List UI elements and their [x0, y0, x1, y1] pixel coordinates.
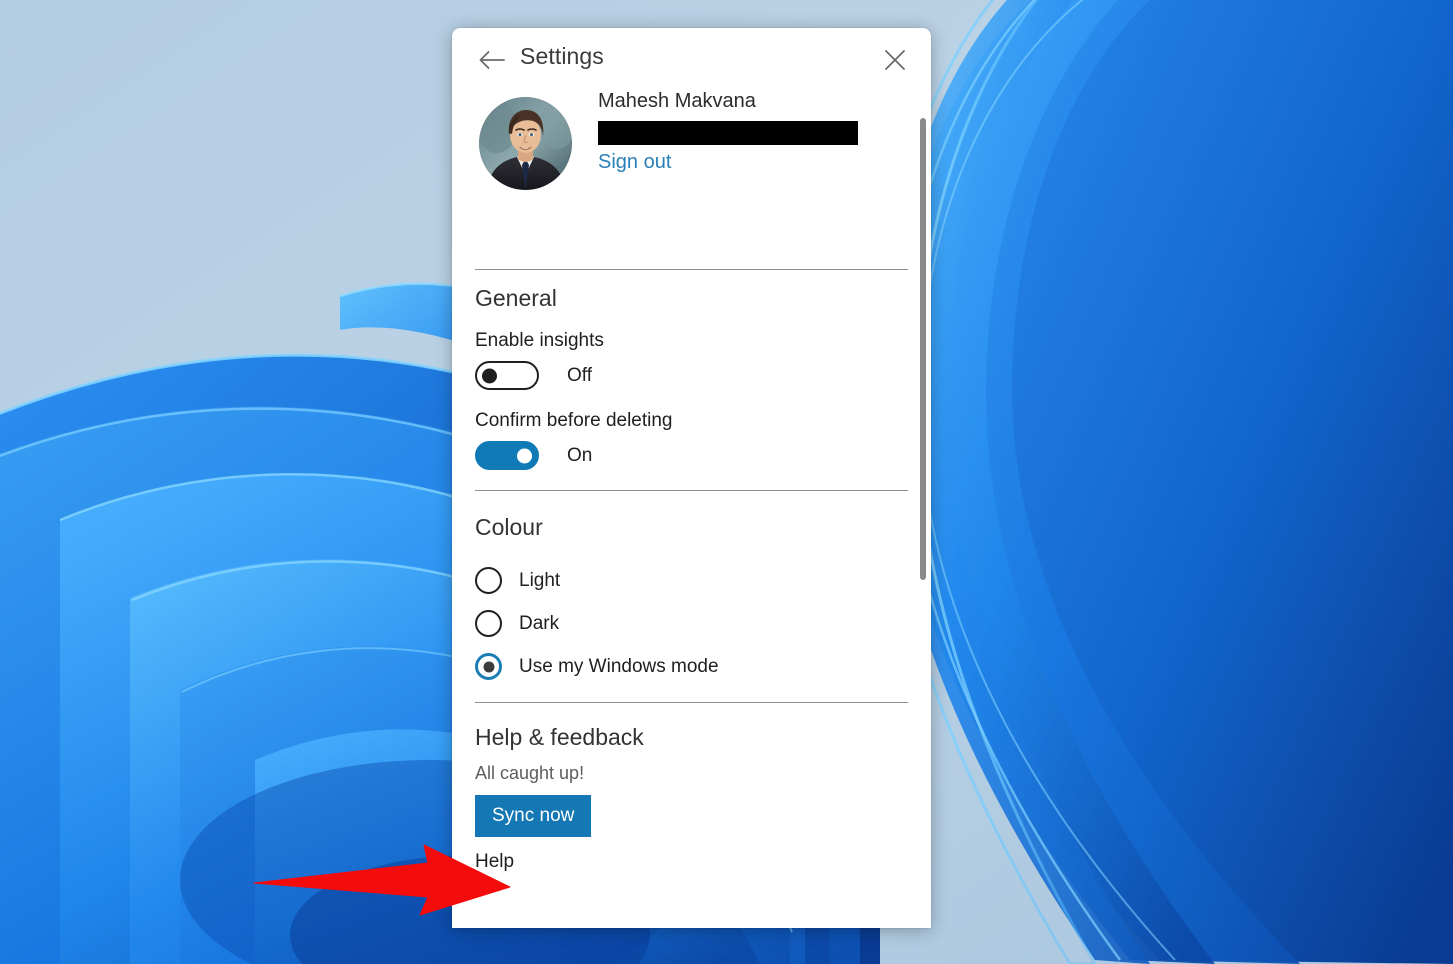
radio-light[interactable] — [475, 567, 502, 594]
enable-insights-state: Off — [567, 364, 592, 386]
colour-option-dark-label: Dark — [519, 612, 560, 634]
general-section: General Enable insights Off Confirm befo… — [452, 285, 931, 470]
colour-option-windows-mode[interactable]: Use my Windows mode — [475, 653, 908, 680]
close-button[interactable] — [876, 42, 914, 78]
account-block: Mahesh Makvana Sign out — [452, 90, 931, 269]
radio-use-my-windows-mode[interactable] — [475, 653, 502, 680]
colour-option-dark[interactable]: Dark — [475, 610, 908, 637]
close-icon — [885, 50, 905, 70]
colour-option-light[interactable]: Light — [475, 567, 908, 594]
confirm-before-deleting-toggle[interactable] — [475, 441, 539, 470]
colour-heading: Colour — [475, 514, 543, 540]
help-feedback-heading: Help & feedback — [475, 724, 644, 750]
confirm-before-deleting-label: Confirm before deleting — [475, 410, 673, 431]
enable-insights-row: Off — [475, 361, 908, 390]
user-avatar-photo — [479, 97, 572, 190]
colour-option-windows-mode-label: Use my Windows mode — [519, 655, 719, 677]
help-link-cutoff[interactable]: Help — [475, 851, 908, 873]
toggle-knob — [482, 368, 497, 383]
sync-now-button[interactable]: Sync now — [475, 795, 592, 837]
avatar[interactable] — [479, 97, 572, 190]
page-title: Settings — [520, 43, 604, 69]
desktop-background: Settings Mahesh Makvana Sign out General… — [0, 0, 1453, 964]
settings-flyout-panel: Settings Mahesh Makvana Sign out General… — [452, 28, 931, 928]
divider-account — [475, 269, 908, 270]
help-feedback-section: Help & feedback All caught up! Sync now … — [452, 703, 931, 873]
radio-dark[interactable] — [475, 610, 502, 637]
confirm-before-deleting-row: On — [475, 441, 908, 470]
sync-status-text: All caught up! — [475, 763, 585, 783]
account-email-redacted — [598, 121, 858, 145]
scrollbar-track[interactable] — [917, 90, 929, 928]
general-heading: General — [475, 285, 557, 311]
back-button[interactable] — [472, 42, 512, 78]
colour-section: Colour Light Dark Use my Windows mode — [452, 491, 931, 680]
panel-titlebar: Settings — [452, 28, 931, 90]
colour-option-light-label: Light — [519, 569, 561, 591]
scrollbar-thumb[interactable] — [920, 118, 926, 580]
arrow-left-icon — [479, 51, 505, 69]
sign-out-link[interactable]: Sign out — [598, 151, 671, 174]
toggle-knob — [517, 448, 532, 463]
account-name: Mahesh Makvana — [598, 90, 756, 112]
enable-insights-toggle[interactable] — [475, 361, 539, 390]
confirm-before-deleting-state: On — [567, 444, 593, 466]
enable-insights-label: Enable insights — [475, 330, 604, 351]
